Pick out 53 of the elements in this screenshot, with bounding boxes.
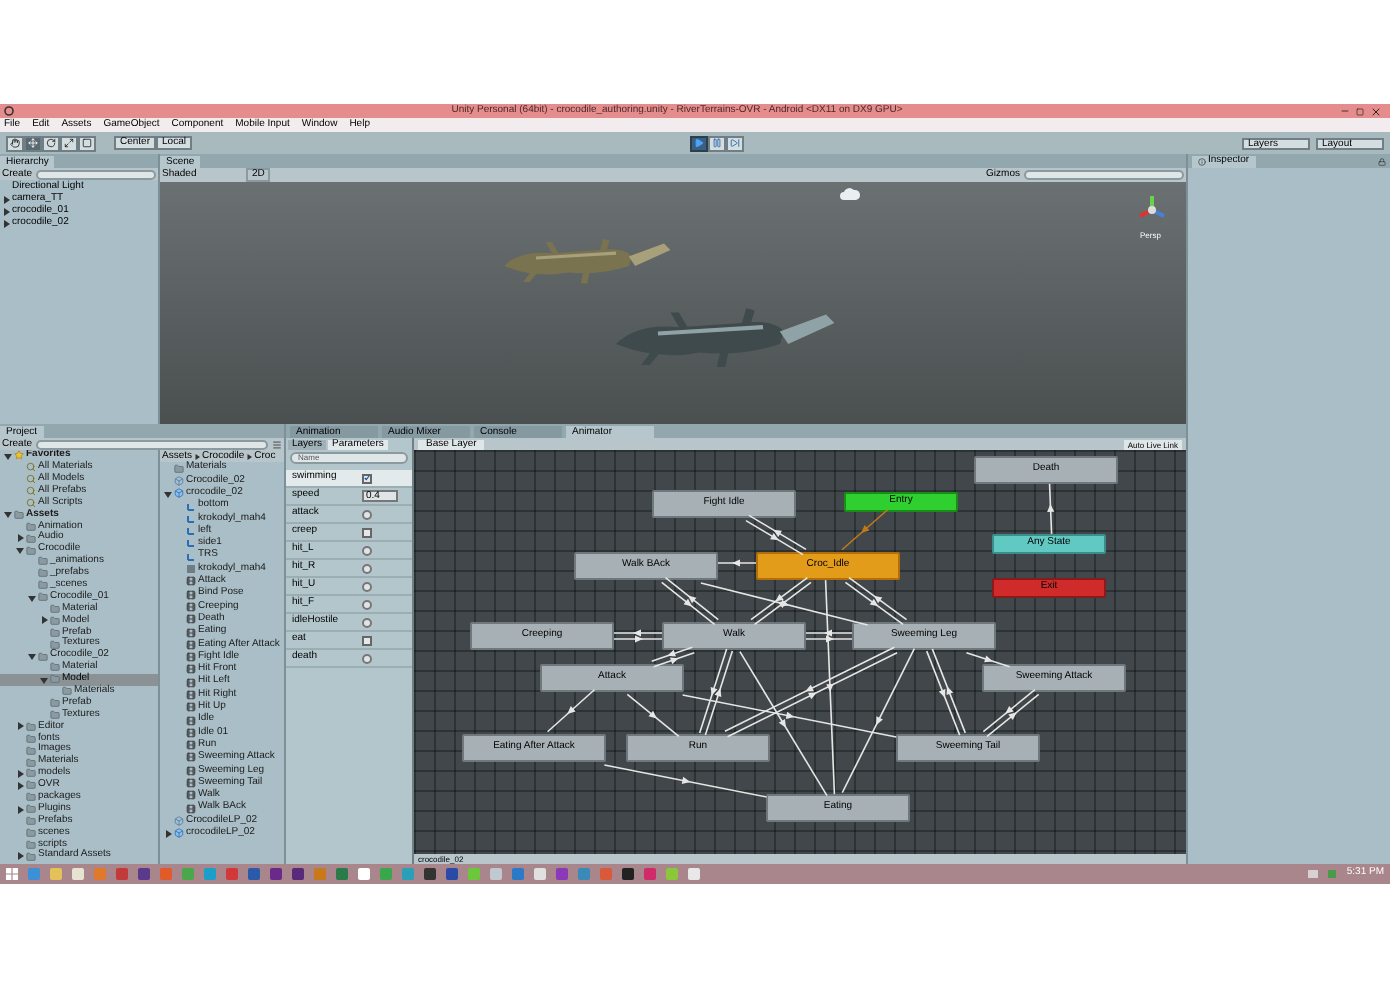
search-field[interactable] [1024, 170, 1184, 180]
info-icon [1198, 158, 1206, 166]
checkbox[interactable] [362, 527, 372, 537]
trigger-radio[interactable] [362, 653, 372, 663]
search-field[interactable] [36, 439, 268, 449]
tool-button[interactable] [24, 135, 42, 151]
tool-button[interactable] [6, 135, 24, 151]
triangle-right-icon[interactable] [164, 829, 172, 838]
triangle-down-icon[interactable] [164, 489, 172, 498]
hand-icon [10, 138, 20, 148]
pause-icon [711, 138, 722, 148]
checkbox[interactable] [362, 635, 372, 645]
triangle-right-icon [246, 453, 253, 459]
rotate-icon [46, 138, 56, 148]
triangle-right-icon[interactable] [2, 196, 10, 204]
pause-button[interactable] [707, 135, 726, 151]
cloud-icon [840, 188, 860, 200]
triangle-right-icon[interactable] [2, 220, 10, 228]
triangle-right-icon[interactable] [16, 805, 24, 814]
close-icon[interactable] [1370, 105, 1382, 117]
checkbox[interactable] [362, 473, 372, 483]
triangle-down-icon[interactable] [4, 451, 12, 460]
unity-logo-icon [4, 106, 14, 116]
maximize-icon[interactable] [1356, 107, 1364, 115]
tool-button[interactable] [60, 135, 78, 151]
grid-icon [186, 564, 196, 575]
rect-icon [82, 138, 92, 148]
triangle-right-icon[interactable] [2, 208, 10, 216]
triangle-down-icon[interactable] [28, 652, 36, 661]
tool-button[interactable] [42, 135, 60, 151]
triangle-down-icon[interactable] [16, 546, 24, 555]
triangle-down-icon[interactable] [28, 593, 36, 602]
folder-icon [174, 463, 184, 474]
triangle-right-icon[interactable] [16, 769, 24, 778]
triangle-right-icon[interactable] [16, 852, 24, 861]
play-icon [693, 138, 704, 148]
tool-button[interactable] [78, 135, 96, 151]
triangle-right-icon[interactable] [16, 534, 24, 543]
triangle-down-icon[interactable] [40, 675, 48, 684]
scale-icon [64, 138, 74, 148]
triangle-right-icon [194, 453, 201, 459]
triangle-down-icon[interactable] [4, 510, 12, 519]
play-button[interactable] [689, 135, 708, 151]
windows-start-icon[interactable] [6, 868, 18, 880]
lock-icon[interactable] [1378, 158, 1386, 166]
triangle-right-icon[interactable] [16, 722, 24, 731]
search-field[interactable] [36, 169, 156, 179]
move-icon [28, 138, 38, 148]
trigger-radio[interactable] [362, 509, 372, 519]
step-icon [729, 138, 740, 148]
star-icon [14, 450, 24, 461]
triangle-right-icon[interactable] [16, 781, 24, 790]
triangle-right-icon[interactable] [40, 616, 48, 625]
